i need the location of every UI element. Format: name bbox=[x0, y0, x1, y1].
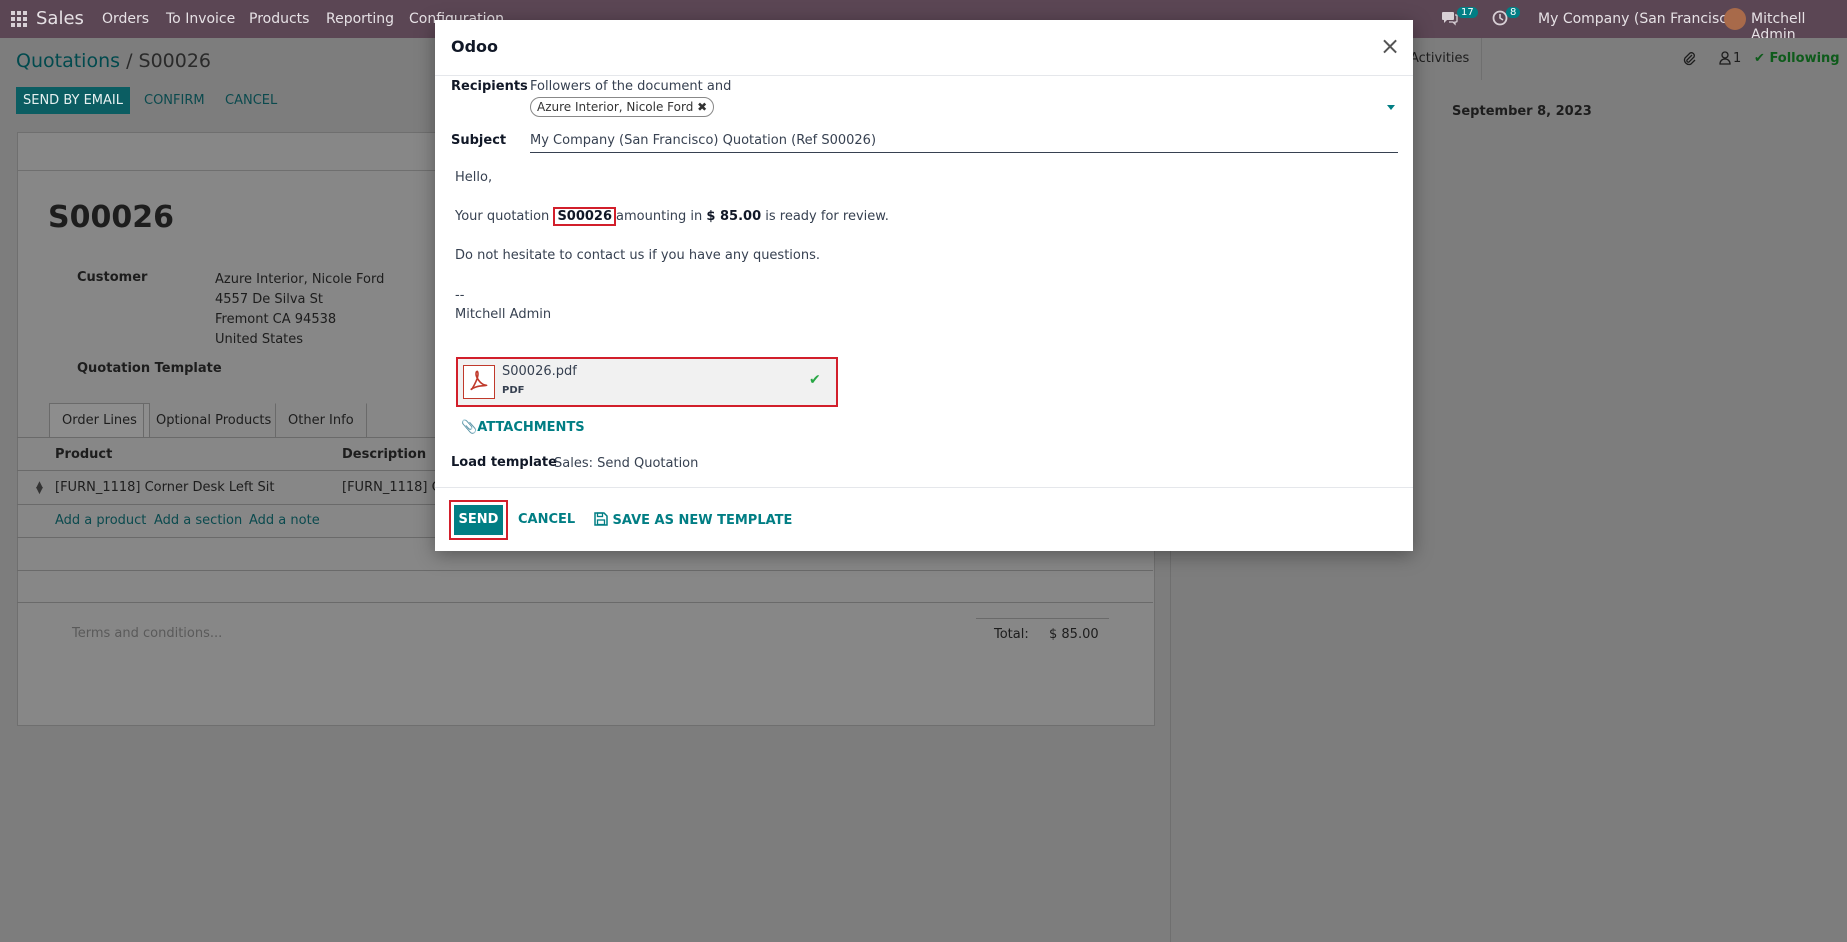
save-template-label: SAVE AS NEW TEMPLATE bbox=[612, 513, 793, 528]
send-button[interactable]: SEND bbox=[454, 505, 503, 535]
attachments-button[interactable]: 📎ATTACHMENTS bbox=[461, 420, 585, 435]
chatter-date: September 8, 2023 bbox=[1452, 104, 1592, 119]
floppy-disk-icon bbox=[594, 512, 613, 528]
quotation-template-label: Quotation Template bbox=[77, 361, 222, 376]
following-button[interactable]: ✔ Following bbox=[1754, 51, 1840, 66]
close-icon[interactable]: × bbox=[1379, 34, 1401, 58]
messages-icon[interactable] bbox=[1441, 11, 1458, 30]
row-line bbox=[17, 602, 1153, 603]
body-reference: S00026 bbox=[553, 207, 617, 226]
pdf-file-icon bbox=[463, 365, 495, 399]
body-amount: $ 85.00 bbox=[706, 209, 762, 224]
messages-count-badge: 17 bbox=[1457, 7, 1478, 18]
add-section-link[interactable]: Add a section bbox=[154, 513, 242, 528]
followers-count[interactable]: 1 bbox=[1733, 51, 1741, 66]
email-body-editor[interactable]: Hello, Your quotation S00026 amounting in… bbox=[455, 170, 1395, 360]
load-template-select[interactable]: Sales: Send Quotation bbox=[554, 456, 698, 471]
user-avatar[interactable] bbox=[1724, 8, 1746, 30]
body-greeting: Hello, bbox=[455, 170, 493, 185]
attachments-label: ATTACHMENTS bbox=[477, 420, 585, 435]
customer-line: 4557 De Silva St bbox=[215, 292, 323, 307]
upload-check-icon: ✔ bbox=[809, 372, 821, 388]
drag-handle-icon[interactable]: ▲ ▼ bbox=[36, 481, 43, 496]
customer-label: Customer bbox=[77, 270, 148, 285]
send-email-dialog: Odoo × Recipients Followers of the docum… bbox=[435, 20, 1413, 551]
customer-address[interactable]: Azure Interior, Nicole Ford 4557 De Silv… bbox=[215, 270, 384, 350]
chatter-header-divider bbox=[1481, 38, 1482, 80]
subject-label: Subject bbox=[451, 133, 507, 148]
body-prefix: Your quotation bbox=[455, 209, 550, 224]
breadcrumb-separator: / bbox=[126, 50, 133, 72]
total-line bbox=[976, 618, 1109, 619]
order-line-product[interactable]: [FURN_1118] Corner Desk Left Sit bbox=[55, 480, 274, 495]
tab-optional-products[interactable]: Optional Products bbox=[143, 403, 284, 438]
dialog-header-divider bbox=[435, 75, 1413, 76]
menu-orders[interactable]: Orders bbox=[102, 11, 149, 27]
cancel-dialog-button[interactable]: CANCEL bbox=[518, 512, 575, 527]
menu-to-invoice[interactable]: To Invoice bbox=[166, 11, 235, 27]
attachment-type: PDF bbox=[502, 385, 525, 396]
cancel-button[interactable]: CANCEL bbox=[225, 93, 277, 108]
remove-tag-icon[interactable]: ✖ bbox=[697, 100, 707, 114]
followers-user-icon[interactable] bbox=[1719, 51, 1731, 69]
customer-line: United States bbox=[215, 332, 304, 347]
save-as-template-button[interactable]: SAVE AS NEW TEMPLATE bbox=[594, 512, 792, 528]
activities-count-badge: 8 bbox=[1506, 7, 1521, 18]
confirm-button[interactable]: CONFIRM bbox=[144, 93, 205, 108]
company-switcher[interactable]: My Company (San Francisco) bbox=[1538, 11, 1741, 27]
menu-reporting[interactable]: Reporting bbox=[326, 11, 394, 27]
load-template-label: Load template bbox=[451, 455, 557, 470]
send-by-email-button[interactable]: SEND BY EMAIL bbox=[16, 87, 130, 114]
dialog-title: Odoo bbox=[451, 37, 499, 56]
recipient-tag-label: Azure Interior, Nicole Ford bbox=[537, 100, 694, 114]
recipients-text: Followers of the document and bbox=[530, 79, 732, 94]
subject-input[interactable]: My Company (San Francisco) Quotation (Re… bbox=[530, 133, 876, 148]
subject-underline bbox=[530, 152, 1398, 153]
tab-order-lines[interactable]: Order Lines bbox=[49, 403, 150, 438]
breadcrumb-current: S00026 bbox=[138, 50, 212, 72]
total-label: Total: bbox=[994, 627, 1029, 642]
recipients-label: Recipients bbox=[451, 79, 528, 94]
paperclip-icon[interactable] bbox=[1682, 51, 1696, 71]
recipients-dropdown-icon[interactable] bbox=[1387, 105, 1395, 110]
add-note-link[interactable]: Add a note bbox=[249, 513, 320, 528]
body-mid: amounting in bbox=[616, 209, 703, 224]
recipient-tag[interactable]: Azure Interior, Nicole Ford ✖ bbox=[530, 97, 715, 117]
order-line-description[interactable]: [FURN_1118] Co bbox=[342, 480, 449, 495]
body-signature: Mitchell Admin bbox=[455, 307, 552, 322]
check-icon: ✔ bbox=[1754, 51, 1765, 66]
tab-other-info[interactable]: Other Info bbox=[275, 403, 367, 438]
breadcrumb-quotations[interactable]: Quotations bbox=[16, 50, 120, 72]
customer-line: Azure Interior, Nicole Ford bbox=[215, 272, 385, 287]
menu-products[interactable]: Products bbox=[249, 11, 309, 27]
column-description[interactable]: Description bbox=[342, 447, 426, 462]
record-name: S00026 bbox=[48, 200, 174, 235]
customer-line: Fremont CA 94538 bbox=[215, 312, 337, 327]
apps-grid-icon[interactable] bbox=[10, 10, 28, 28]
column-product[interactable]: Product bbox=[55, 447, 112, 462]
body-signature-separator: -- bbox=[455, 288, 465, 303]
terms-input[interactable]: Terms and conditions... bbox=[72, 626, 222, 641]
total-value: $ 85.00 bbox=[1049, 627, 1099, 642]
add-product-link[interactable]: Add a product bbox=[55, 513, 146, 528]
body-line-2: Do not hesitate to contact us if you hav… bbox=[455, 248, 821, 263]
following-label: Following bbox=[1769, 51, 1840, 66]
body-suffix: is ready for review. bbox=[765, 209, 889, 224]
paperclip-icon: 📎 bbox=[461, 420, 478, 435]
dialog-footer-divider bbox=[435, 487, 1413, 488]
breadcrumb: Quotations / S00026 bbox=[16, 50, 211, 72]
row-line bbox=[17, 570, 1153, 571]
attachment-card[interactable]: S00026.pdf PDF ✔ bbox=[456, 357, 838, 407]
activities-button[interactable]: Activities bbox=[1410, 51, 1469, 66]
attachment-filename: S00026.pdf bbox=[502, 364, 577, 379]
body-line-1: Your quotation S00026 amounting in $ 85.0… bbox=[455, 207, 889, 226]
app-name[interactable]: Sales bbox=[36, 8, 84, 29]
